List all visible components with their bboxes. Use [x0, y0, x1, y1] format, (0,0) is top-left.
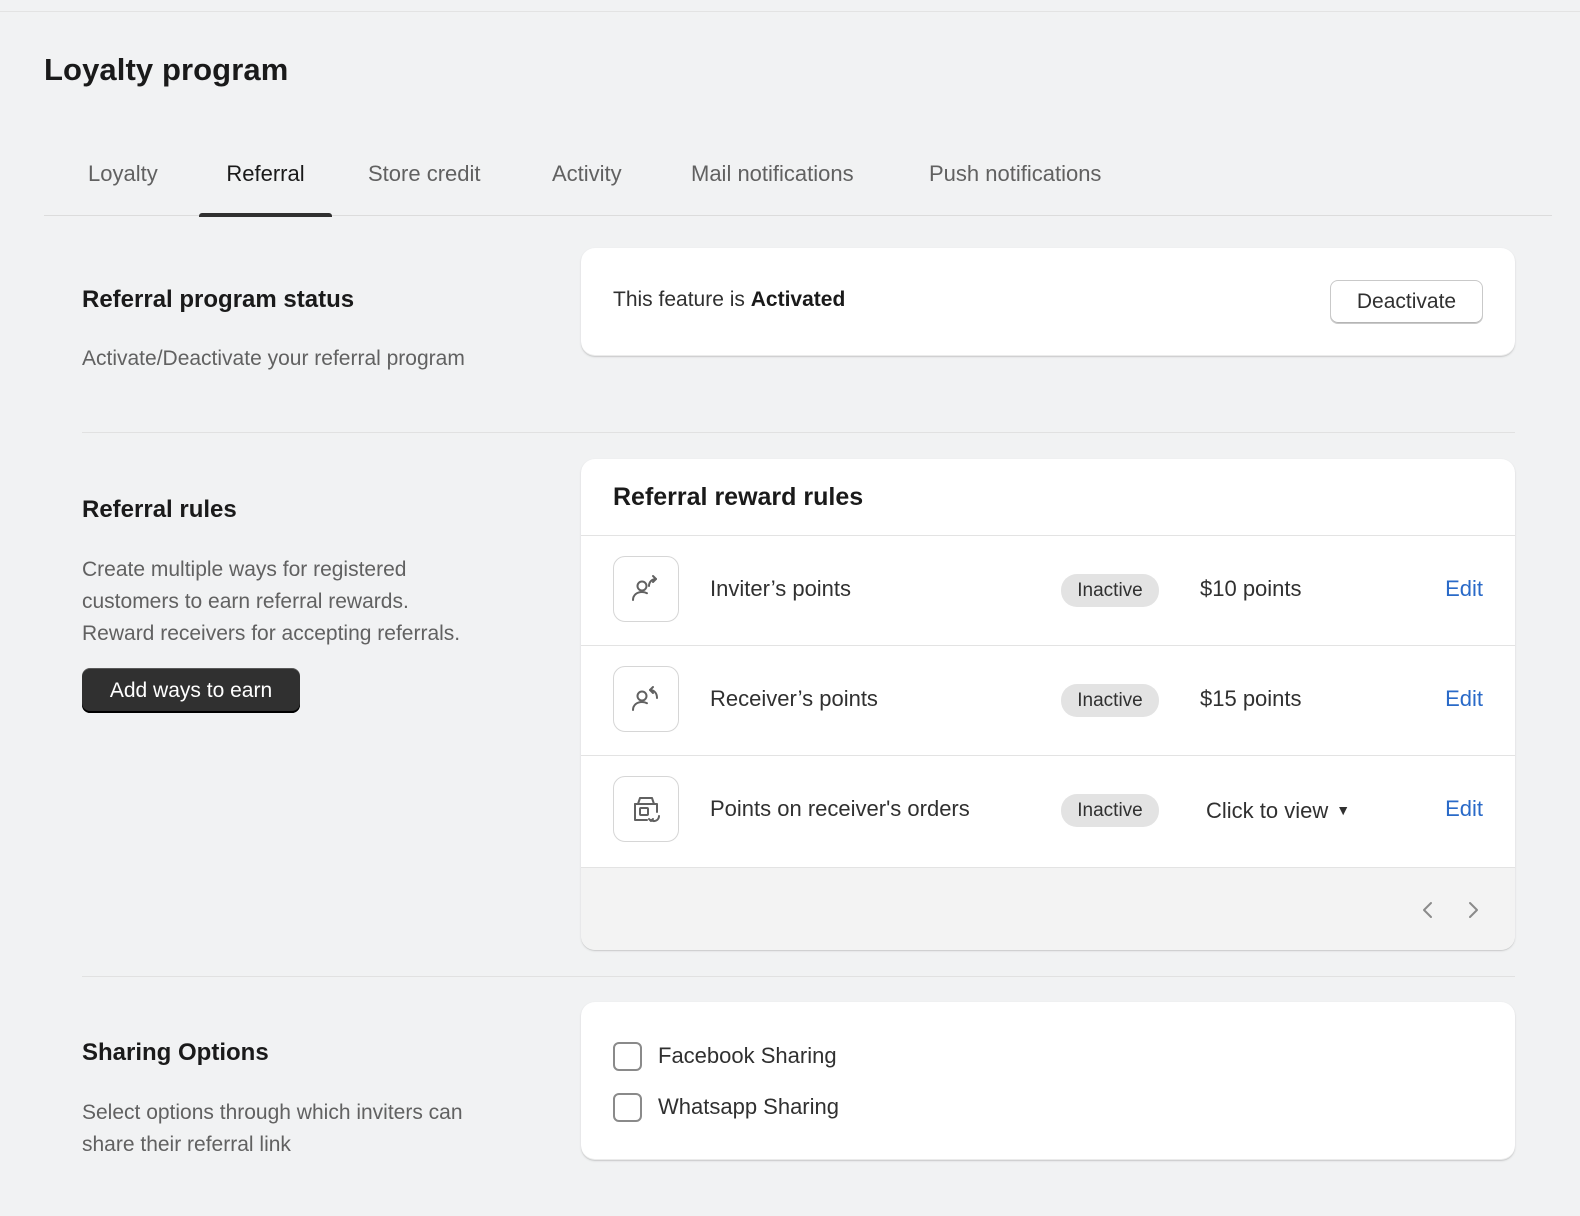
- rule-name: Inviter’s points: [710, 576, 852, 601]
- order-return-icon: [613, 776, 679, 842]
- tab-referral[interactable]: Referral: [199, 148, 332, 217]
- rule-value: $10 points: [1200, 576, 1302, 601]
- status-badge: Inactive: [1061, 574, 1159, 607]
- whatsapp-sharing-option[interactable]: Whatsapp Sharing: [613, 1092, 839, 1122]
- rules-description-line: Reward receivers for accepting referrals…: [82, 622, 461, 645]
- person-arrow-left-icon: [613, 666, 679, 732]
- rule-row: Points on receiver's orders Inactive Cli…: [581, 755, 1515, 867]
- rule-row: Inviter’s points Inactive $10 points Edi…: [581, 535, 1515, 645]
- whatsapp-sharing-checkbox[interactable]: [613, 1092, 642, 1122]
- status-prefix: This feature is: [613, 288, 745, 311]
- chevron-right-icon: [1469, 902, 1478, 918]
- section-divider: [82, 976, 1515, 977]
- rules-description-line: customers to earn referral rewards.: [82, 590, 409, 613]
- tab-loyalty[interactable]: Loyalty: [88, 148, 158, 216]
- click-to-view-dropdown[interactable]: Click to view ▼: [1206, 798, 1350, 824]
- rules-description-line: Create multiple ways for registered: [82, 558, 407, 581]
- person-arrow-right-icon: [613, 556, 679, 622]
- facebook-sharing-option[interactable]: Facebook Sharing: [613, 1041, 837, 1071]
- tab-store-credit[interactable]: Store credit: [368, 148, 481, 216]
- sharing-section-description: Select options through which inviters ca…: [82, 1097, 463, 1161]
- sharing-options-card: Facebook Sharing Whatsapp Sharing: [581, 1002, 1515, 1160]
- status-badge: Inactive: [1061, 684, 1159, 717]
- checkbox-label: Whatsapp Sharing: [658, 1094, 839, 1119]
- checkbox-label: Facebook Sharing: [658, 1043, 837, 1068]
- edit-link[interactable]: Edit: [1445, 686, 1483, 712]
- pagination-footer: [581, 867, 1515, 950]
- status-badge: Inactive: [1061, 794, 1159, 827]
- rule-name: Points on receiver's orders: [710, 796, 970, 821]
- tab-referral-label: Referral: [226, 161, 305, 186]
- tab-activity[interactable]: Activity: [552, 148, 622, 216]
- section-divider: [82, 432, 1515, 433]
- rule-value: $15 points: [1200, 686, 1302, 711]
- tab-active-indicator: [199, 213, 332, 217]
- edit-link[interactable]: Edit: [1445, 576, 1483, 602]
- previous-page-button[interactable]: [1412, 894, 1444, 926]
- status-card: This feature is Activated Deactivate: [581, 248, 1515, 356]
- feature-status-text: This feature is Activated: [613, 288, 845, 312]
- status-section-description: Activate/Deactivate your referral progra…: [82, 347, 465, 370]
- page-title: Loyalty program: [44, 52, 289, 87]
- next-page-button[interactable]: [1457, 894, 1489, 926]
- deactivate-button[interactable]: Deactivate: [1330, 280, 1483, 324]
- rules-section-description: Create multiple ways for registered cust…: [82, 554, 460, 650]
- referral-reward-rules-card: Referral reward rules Inviter’s points I…: [581, 459, 1515, 950]
- status-value: Activated: [750, 288, 846, 311]
- facebook-sharing-checkbox[interactable]: [613, 1041, 642, 1071]
- sharing-description-line: Select options through which inviters ca…: [82, 1101, 463, 1124]
- tab-bar: Loyalty Referral Store credit Activity M…: [44, 148, 1552, 217]
- status-section-title: Referral program status: [82, 286, 355, 313]
- tab-push-notifications[interactable]: Push notifications: [929, 148, 1101, 216]
- dropdown-label: Click to view: [1206, 798, 1329, 823]
- rules-section-title: Referral rules: [82, 496, 237, 523]
- top-border: [0, 11, 1580, 12]
- card-title: Referral reward rules: [613, 483, 864, 511]
- rule-name: Receiver’s points: [710, 686, 878, 711]
- rule-row: Receiver’s points Inactive $15 points Ed…: [581, 645, 1515, 755]
- tab-mail-notifications[interactable]: Mail notifications: [691, 148, 854, 216]
- chevron-left-icon: [1423, 902, 1432, 918]
- add-ways-to-earn-button[interactable]: Add ways to earn: [82, 668, 300, 713]
- caret-down-icon: ▼: [1336, 802, 1351, 818]
- edit-link[interactable]: Edit: [1445, 796, 1483, 822]
- sharing-description-line: share their referral link: [82, 1133, 291, 1156]
- sharing-section-title: Sharing Options: [82, 1039, 269, 1066]
